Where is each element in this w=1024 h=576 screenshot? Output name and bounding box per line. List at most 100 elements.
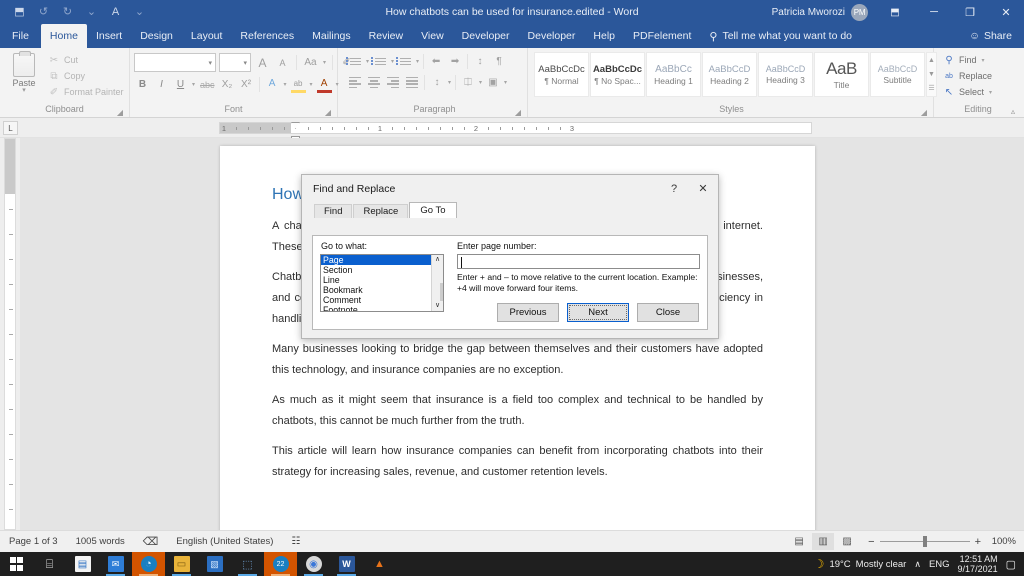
- cut-button[interactable]: ✂ Cut: [48, 53, 124, 67]
- chevron-down-icon[interactable]: ▾: [390, 58, 395, 65]
- ribbon-display-options-icon[interactable]: ⬒: [880, 0, 910, 24]
- listbox-scrollbar[interactable]: ∧ ∨: [431, 255, 443, 311]
- chevron-down-icon[interactable]: ▾: [478, 79, 483, 86]
- word-count[interactable]: 1005 words: [67, 536, 134, 547]
- close-dialog-button[interactable]: Close: [637, 303, 699, 322]
- weather-widget[interactable]: ☽ 19°C Mostly clear: [814, 557, 907, 571]
- show-formatting-marks-button[interactable]: ¶: [490, 53, 508, 70]
- style-title[interactable]: AaB Title: [814, 52, 869, 97]
- microsoft-edge-button[interactable]: ◔: [132, 552, 165, 576]
- go-to-what-listbox[interactable]: Page Section Line Bookmark Comment Footn…: [320, 254, 444, 312]
- zoom-in-button[interactable]: +: [975, 536, 981, 548]
- tab-help[interactable]: Help: [584, 24, 624, 48]
- google-chrome-button[interactable]: ◉: [297, 552, 330, 576]
- start-button[interactable]: [0, 552, 33, 576]
- save-icon[interactable]: ⬒: [12, 5, 27, 20]
- enter-page-number-input[interactable]: [457, 254, 700, 269]
- style-heading-1[interactable]: AaBbCс Heading 1: [646, 52, 701, 97]
- qat-customize-icon[interactable]: ⌄: [132, 5, 147, 20]
- ruler-track[interactable]: 1 1 2 3: [219, 122, 812, 144]
- tab-pdfelement[interactable]: PDFelement: [624, 24, 700, 48]
- grow-font-button[interactable]: A: [254, 54, 271, 71]
- chevron-down-icon[interactable]: ▾: [447, 79, 452, 86]
- italic-button[interactable]: I: [153, 76, 170, 93]
- list-item[interactable]: Bookmark: [321, 285, 431, 295]
- zoom-slider-thumb[interactable]: [922, 536, 927, 547]
- mail-button[interactable]: ✉: [99, 552, 132, 576]
- horizontal-ruler[interactable]: L 1 1 2 3: [0, 118, 1024, 144]
- proofing-errors-icon[interactable]: ⌫: [134, 535, 168, 548]
- chevron-down-icon[interactable]: ▾: [322, 59, 327, 66]
- borders-button[interactable]: ▣: [484, 74, 502, 91]
- tab-mailings[interactable]: Mailings: [303, 24, 360, 48]
- chevron-down-icon[interactable]: ▾: [981, 57, 986, 64]
- list-item[interactable]: Line: [321, 275, 431, 285]
- undo-icon[interactable]: ↺: [36, 5, 51, 20]
- chevron-down-icon[interactable]: ▾: [191, 81, 196, 88]
- line-spacing-button[interactable]: ↕: [428, 74, 446, 91]
- underline-button[interactable]: U: [172, 76, 189, 93]
- scroll-down-icon[interactable]: ∨: [432, 301, 443, 311]
- task-view-button[interactable]: ⌸: [33, 552, 66, 576]
- zoom-slider[interactable]: [879, 536, 970, 547]
- zoom-control[interactable]: − + 100%: [868, 536, 1016, 548]
- tell-me-search[interactable]: ⚲ Tell me what you want to do: [700, 24, 861, 48]
- redo-dropdown-icon[interactable]: ⌄: [84, 5, 99, 20]
- print-layout-view-button[interactable]: ▥: [812, 533, 835, 550]
- font-size-combobox[interactable]: ▾: [219, 53, 251, 72]
- justify-button[interactable]: [403, 74, 421, 91]
- styles-dialog-launcher-icon[interactable]: ◢: [921, 108, 927, 117]
- dialog-tab-goto[interactable]: Go To: [409, 202, 457, 218]
- chevron-down-icon[interactable]: ▾: [415, 58, 420, 65]
- text-highlight-button[interactable]: ab: [290, 76, 307, 93]
- increase-indent-button[interactable]: ➡: [446, 53, 464, 70]
- dialog-close-button[interactable]: ✕: [688, 182, 718, 195]
- sort-button[interactable]: ↕: [471, 53, 489, 70]
- font-dialog-launcher-icon[interactable]: ◢: [325, 108, 331, 117]
- chevron-down-icon[interactable]: ▾: [988, 89, 993, 96]
- tab-insert[interactable]: Insert: [87, 24, 131, 48]
- strikethrough-button[interactable]: abc: [198, 76, 217, 93]
- action-center-icon[interactable]: ▢: [1006, 558, 1016, 571]
- tab-home[interactable]: Home: [40, 24, 87, 48]
- tab-review[interactable]: Review: [360, 24, 412, 48]
- read-mode-view-button[interactable]: ▤: [788, 533, 810, 550]
- microsoft-store-button[interactable]: ▤: [66, 552, 99, 576]
- style-normal[interactable]: AaBbCcDc ¶ Normal: [534, 52, 589, 97]
- dialog-tab-find[interactable]: Find: [314, 204, 353, 218]
- scrollbar-thumb[interactable]: [440, 283, 443, 301]
- superscript-button[interactable]: X²: [238, 76, 255, 93]
- copy-button[interactable]: ⧉ Copy: [48, 69, 124, 83]
- font-name-combobox[interactable]: ▾: [134, 53, 216, 72]
- text-effects-button[interactable]: A: [264, 76, 281, 93]
- paste-button[interactable]: Paste ▾: [4, 51, 44, 94]
- clipboard-dialog-launcher-icon[interactable]: ◢: [117, 108, 123, 117]
- align-left-button[interactable]: [346, 74, 364, 91]
- change-case-button[interactable]: Aa: [302, 54, 319, 71]
- previous-button[interactable]: Previous: [497, 303, 559, 322]
- accessibility-icon[interactable]: ☷: [282, 536, 309, 547]
- chevron-down-icon[interactable]: ▾: [309, 81, 314, 88]
- vlc-media-player-button[interactable]: ▲: [363, 552, 396, 576]
- browser-22-button[interactable]: 22: [264, 552, 297, 576]
- decrease-indent-button[interactable]: ⬅: [427, 53, 445, 70]
- style-heading-3[interactable]: AaBbCcD Heading 3: [758, 52, 813, 97]
- select-button[interactable]: ↖ Select ▾: [943, 85, 993, 99]
- read-aloud-icon[interactable]: A: [108, 5, 123, 20]
- first-line-indent-marker[interactable]: [291, 122, 300, 129]
- language-indicator[interactable]: English (United States): [167, 536, 282, 547]
- bullets-button[interactable]: [346, 53, 364, 70]
- tab-stop-selector[interactable]: L: [3, 121, 18, 135]
- find-button[interactable]: ⚲ Find ▾: [943, 53, 993, 67]
- chevron-down-icon[interactable]: ▾: [365, 58, 370, 65]
- paragraph-dialog-launcher-icon[interactable]: ◢: [515, 108, 521, 117]
- align-center-button[interactable]: [365, 74, 383, 91]
- format-painter-button[interactable]: ✐ Format Painter: [48, 85, 124, 99]
- numbering-button[interactable]: [371, 53, 389, 70]
- account-name[interactable]: Patricia Mworozi: [772, 7, 845, 18]
- clock[interactable]: 12:51 AM 9/17/2021: [958, 554, 998, 574]
- chevron-down-icon[interactable]: ▾: [22, 87, 26, 94]
- chevron-down-icon[interactable]: ▾: [283, 81, 288, 88]
- avatar[interactable]: PM: [851, 3, 868, 21]
- tab-file[interactable]: File: [0, 24, 41, 48]
